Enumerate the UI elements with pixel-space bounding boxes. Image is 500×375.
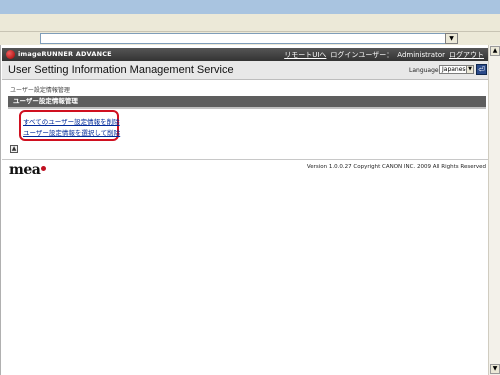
browser-toolbar xyxy=(0,14,500,32)
footer-divider xyxy=(2,159,488,160)
vertical-scrollbar[interactable]: ▲ ▼ xyxy=(488,45,500,375)
user-name: Administrator xyxy=(397,50,445,59)
chevron-down-icon: ▼ xyxy=(466,66,473,73)
scroll-up-arrow[interactable]: ▲ xyxy=(490,46,500,56)
enter-icon: ⏎ xyxy=(478,65,485,74)
service-title-bar: User Setting Information Management Serv… xyxy=(2,61,488,80)
delete-all-user-settings-link[interactable]: すべてのユーザー設定情報を削除 xyxy=(23,116,120,126)
header-links: リモートUIへ ログインユーザー： Administrator ログアウト xyxy=(284,49,484,60)
meap-logo-dot xyxy=(41,166,46,171)
copyright-text: Version 1.0.0.27 Copyright CANON INC. 20… xyxy=(306,164,486,170)
address-bar-row: ▼ xyxy=(0,32,500,45)
logout-link[interactable]: ログアウト xyxy=(449,50,484,60)
remote-ui-link[interactable]: リモートUIへ xyxy=(284,50,326,60)
scroll-down-arrow[interactable]: ▼ xyxy=(490,364,500,374)
canon-logo-icon xyxy=(6,50,15,59)
product-header-bar: imageRUNNER ADVANCE リモートUIへ ログインユーザー： Ad… xyxy=(2,48,488,61)
chevron-down-icon: ▼ xyxy=(449,35,454,42)
language-label: Language xyxy=(409,67,439,74)
select-and-delete-user-settings-link[interactable]: ユーザー設定情報を選択して削除 xyxy=(23,127,120,137)
page-title: User Setting Information Management Serv… xyxy=(8,64,234,76)
product-name: imageRUNNER ADVANCE xyxy=(18,50,112,58)
language-select[interactable]: Japanese ▼ xyxy=(439,65,474,74)
section-divider xyxy=(8,107,486,109)
window-title-bar xyxy=(0,0,500,14)
address-bar-input[interactable] xyxy=(40,33,458,44)
breadcrumb: ユーザー設定情報管理 xyxy=(10,87,70,94)
address-dropdown-button[interactable]: ▼ xyxy=(445,33,458,44)
scroll-to-top-icon[interactable]: ▲ xyxy=(10,145,18,153)
apply-language-button[interactable]: ⏎ xyxy=(476,64,487,75)
login-user-label: ログインユーザー： xyxy=(330,50,394,59)
section-header: ユーザー設定情報管理 xyxy=(8,96,486,107)
meap-logo: mea xyxy=(9,162,41,178)
page-content-frame xyxy=(0,45,496,375)
